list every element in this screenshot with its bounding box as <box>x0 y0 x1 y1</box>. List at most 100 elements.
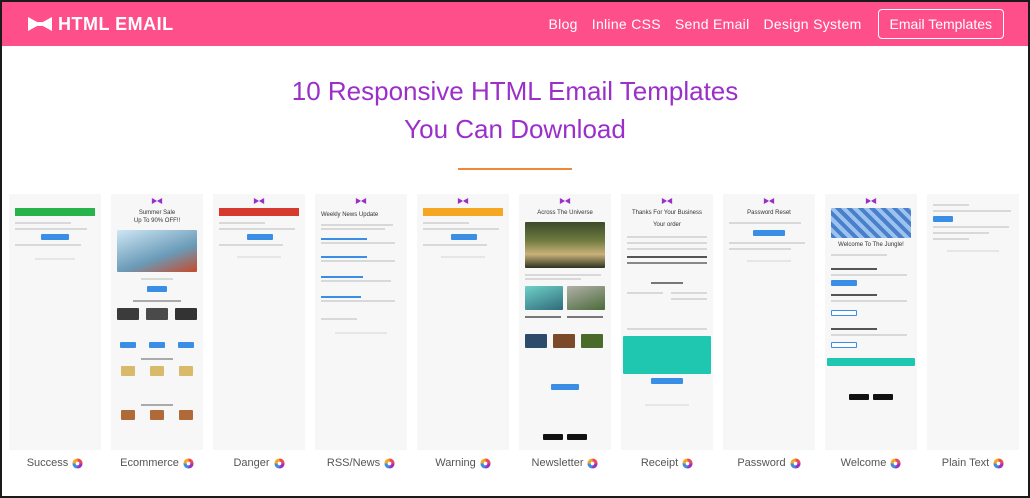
text-line <box>651 282 683 284</box>
link-line <box>321 238 367 240</box>
mini-heading: Summer Sale <box>138 210 176 216</box>
bow-tie-icon <box>763 198 775 204</box>
text-line <box>671 292 707 294</box>
mini-subheading: Your order <box>653 222 681 228</box>
template-label-newsletter[interactable]: Newsletter <box>517 457 613 469</box>
template-name: Warning <box>435 457 476 469</box>
template-thumbnail-welcome[interactable]: Welcome To The Jungle! <box>825 194 917 450</box>
template-card-success[interactable]: Success <box>7 194 103 494</box>
alert-bar <box>423 208 503 216</box>
template-thumbnail-newsletter[interactable]: Across The Universe <box>519 194 611 450</box>
text-line <box>627 242 707 244</box>
text-line <box>627 328 707 330</box>
cta-button <box>247 234 273 240</box>
footer-line <box>747 260 791 262</box>
text-line <box>933 210 1011 212</box>
template-thumbnail-receipt[interactable]: Thanks For Your Business Your order <box>621 194 713 450</box>
alert-bar <box>219 208 299 216</box>
bow-tie-icon <box>253 198 265 204</box>
cta-button <box>651 378 683 384</box>
template-thumbnail-password[interactable]: Password Reset <box>723 194 815 450</box>
link-line <box>321 256 367 258</box>
mini-subheading: Up To 90% OFF!! <box>133 218 181 224</box>
text-line <box>831 328 877 330</box>
bow-tie-icon <box>457 198 469 204</box>
text-line <box>321 280 391 282</box>
color-wheel-icon <box>183 457 194 469</box>
template-label-password[interactable]: Password <box>721 457 817 469</box>
footer-line <box>441 256 485 258</box>
bow-tie-icon <box>355 198 367 204</box>
text-line <box>831 254 887 256</box>
text-line <box>831 268 877 270</box>
product-photo <box>175 308 197 320</box>
text-line <box>321 300 395 302</box>
total-line <box>627 256 707 258</box>
text-line <box>423 222 469 224</box>
text-line <box>627 292 663 294</box>
template-label-welcome[interactable]: Welcome <box>823 457 919 469</box>
text-line <box>423 244 487 246</box>
article-photo <box>525 286 563 310</box>
text-line <box>321 228 385 230</box>
brand-logo[interactable]: HTML EMAIL <box>28 14 174 35</box>
nav-link-design-system[interactable]: Design System <box>764 16 862 32</box>
text-line <box>933 238 969 240</box>
article-photo <box>553 334 575 348</box>
template-thumbnail-warning[interactable] <box>417 194 509 450</box>
nav-link-blog[interactable]: Blog <box>549 16 578 32</box>
template-label-warning[interactable]: Warning <box>415 457 511 469</box>
bow-tie-icon <box>28 17 52 31</box>
text-line <box>729 248 791 250</box>
main-nav: Blog Inline CSS Send Email Design System… <box>549 9 1004 39</box>
template-card-warning[interactable]: Warning <box>415 194 511 494</box>
template-thumbnail-success[interactable] <box>9 194 101 450</box>
template-card-receipt[interactable]: Thanks For Your Business Your order Rece… <box>619 194 715 494</box>
template-card-ecommerce[interactable]: Summer Sale Up To 90% OFF!! Ecommerce <box>109 194 205 494</box>
template-card-newsletter[interactable]: Across The Universe Newsletter <box>517 194 613 494</box>
template-thumbnail-ecommerce[interactable]: Summer Sale Up To 90% OFF!! <box>111 194 203 450</box>
mini-heading: Password Reset <box>747 210 791 216</box>
text-line <box>627 248 707 250</box>
text-line <box>627 262 707 264</box>
template-card-danger[interactable]: Danger <box>211 194 307 494</box>
hero-title-line-1: 10 Responsive HTML Email Templates <box>291 76 739 106</box>
text-line <box>525 278 581 280</box>
bow-tie-icon <box>559 198 571 204</box>
text-line <box>219 244 283 246</box>
template-label-receipt[interactable]: Receipt <box>619 457 715 469</box>
nav-link-inline-css[interactable]: Inline CSS <box>592 16 661 32</box>
email-templates-button[interactable]: Email Templates <box>877 9 1004 39</box>
template-label-success[interactable]: Success <box>7 457 103 469</box>
template-label-rss-news[interactable]: RSS/News <box>313 457 409 469</box>
text-line <box>525 316 561 318</box>
cta-button <box>753 230 785 236</box>
hero-title-line-2: You Can Download <box>404 114 626 144</box>
template-label-danger[interactable]: Danger <box>211 457 307 469</box>
nav-link-send-email[interactable]: Send Email <box>675 16 750 32</box>
product-photo <box>150 410 164 420</box>
template-name: Password <box>737 457 786 469</box>
template-card-plain-text[interactable]: Plain Text <box>925 194 1021 494</box>
template-thumbnail-danger[interactable] <box>213 194 305 450</box>
template-label-plain-text[interactable]: Plain Text <box>925 457 1021 469</box>
text-line <box>321 224 393 226</box>
cta-button <box>933 216 953 222</box>
color-wheel-icon <box>790 457 801 469</box>
article-photo <box>581 334 603 348</box>
text-line <box>219 228 295 230</box>
footer-line <box>335 332 387 334</box>
template-card-welcome[interactable]: Welcome To The Jungle! Welcome <box>823 194 919 494</box>
template-thumbnail-plain-text[interactable] <box>927 194 1019 450</box>
app-store-badge <box>849 394 869 400</box>
text-line <box>729 222 801 224</box>
template-name: Receipt <box>640 457 679 469</box>
template-label-ecommerce[interactable]: Ecommerce <box>109 457 205 469</box>
template-card-password[interactable]: Password Reset Password <box>721 194 817 494</box>
template-card-rss-news[interactable]: Weekly News Update RSS/News <box>313 194 409 494</box>
mini-heading: Welcome To The Jungle! <box>838 242 904 248</box>
template-name: Ecommerce <box>120 457 179 469</box>
text-line <box>525 274 601 276</box>
color-wheel-icon <box>273 457 285 469</box>
template-thumbnail-rss-news[interactable]: Weekly News Update <box>315 194 407 450</box>
